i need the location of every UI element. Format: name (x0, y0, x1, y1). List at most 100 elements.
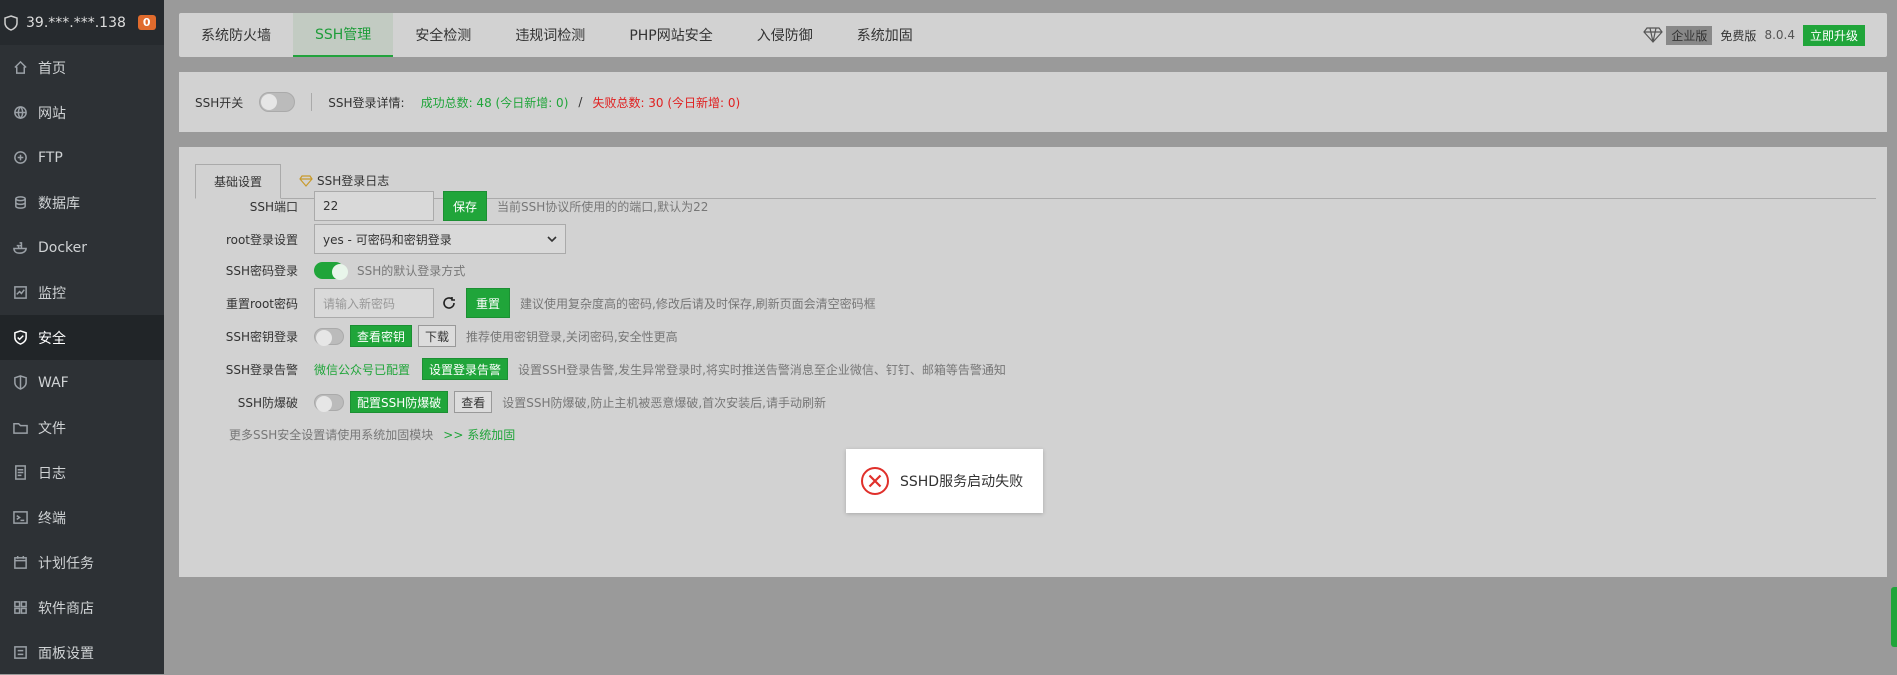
terminal-icon (12, 510, 28, 526)
sidebar-item-website[interactable]: 网站 (0, 90, 164, 135)
server-info[interactable]: 39.***.***.138 0 (0, 0, 164, 45)
sidebar: 39.***.***.138 0 首页 网站 FTP 数据库 Docker 监控… (0, 0, 164, 674)
sidebar-item-label: 面板设置 (38, 645, 94, 662)
login-success-count: 成功总数: 48 (今日新增: 0) (420, 95, 569, 110)
key-login-toggle[interactable] (314, 327, 344, 346)
docker-icon (12, 240, 28, 256)
free-edition[interactable]: 免费版 (1720, 27, 1756, 44)
tab-intrusion[interactable]: 入侵防御 (735, 13, 835, 57)
root-login-value: yes - 可密码和密钥登录 (323, 232, 452, 247)
hardening-link[interactable]: >> 系统加固 (443, 426, 515, 443)
sidebar-item-cron[interactable]: 计划任务 (0, 540, 164, 585)
settings-icon (12, 645, 28, 661)
alarm-status: 微信公众号已配置 (314, 362, 411, 377)
password-login-hint: SSH的默认登录方式 (357, 263, 466, 278)
tab-label: SSH登录日志 (317, 174, 390, 188)
refresh-icon[interactable] (442, 296, 456, 310)
diamond-icon (299, 174, 313, 187)
sidebar-item-label: 数据库 (38, 195, 80, 212)
tab-php-security[interactable]: PHP网站安全 (607, 13, 734, 57)
upgrade-button[interactable]: 立即升级 (1802, 24, 1865, 46)
edition-label: 企业版 (1666, 25, 1713, 45)
tab-word-check[interactable]: 违规词检测 (493, 13, 607, 57)
database-icon (12, 195, 28, 211)
chevron-down-icon (547, 236, 557, 243)
tab-ssh[interactable]: SSH管理 (293, 13, 394, 57)
save-port-button[interactable]: 保存 (443, 191, 488, 221)
sidebar-item-label: 终端 (38, 510, 66, 527)
row-reset-root: 重置root密码 请输入新密码 重置 建议使用复杂度高的密码,修改后请及时保存,… (179, 288, 876, 318)
toast-message: SSHD服务启动失败 (900, 474, 1024, 490)
ssh-switch-toggle[interactable] (259, 92, 296, 112)
ssh-port-input[interactable]: 22 (314, 191, 434, 221)
sidebar-item-terminal[interactable]: 终端 (0, 495, 164, 540)
sidebar-item-store[interactable]: 软件商店 (0, 585, 164, 630)
sidebar-item-database[interactable]: 数据库 (0, 180, 164, 225)
key-login-label: SSH密钥登录 (225, 329, 298, 344)
reset-root-hint: 建议使用复杂度高的密码,修改后请及时保存,刷新页面会清空密码框 (520, 296, 876, 311)
ssh-login-detail-label: SSH登录详情: (328, 95, 405, 110)
sidebar-item-label: 文件 (38, 420, 66, 437)
sidebar-item-files[interactable]: 文件 (0, 405, 164, 450)
brute-force-label: SSH防爆破 (237, 395, 298, 410)
enterprise-edition[interactable]: 企业版 (1643, 25, 1713, 45)
diamond-icon (1643, 27, 1664, 43)
sidebar-item-settings[interactable]: 面板设置 (0, 630, 164, 675)
tab-security-scan[interactable]: 安全检测 (393, 13, 493, 57)
sidebar-item-label: 日志 (38, 465, 66, 482)
login-alarm-hint: 设置SSH登录告警,发生异常登录时,将实时推送告警消息至企业微信、钉钉、邮箱等告… (518, 362, 1006, 377)
more-settings-text: 更多SSH安全设置请使用系统加固模块 (229, 427, 434, 442)
brute-force-toggle[interactable] (314, 393, 344, 412)
main-content: 系统防火墙 SSH管理 安全检测 违规词检测 PHP网站安全 入侵防御 系统加固… (164, 0, 1897, 674)
sidebar-item-label: WAF (38, 374, 69, 391)
sidebar-item-logs[interactable]: 日志 (0, 450, 164, 495)
error-circle-icon (861, 467, 889, 495)
edition-info: 企业版 免费版 8.0.4 立即升级 (1643, 13, 1865, 57)
error-toast: SSHD服务启动失败 (846, 449, 1043, 513)
tab-firewall[interactable]: 系统防火墙 (179, 13, 293, 57)
key-login-hint: 推荐使用密钥登录,关闭密码,安全性更高 (466, 329, 678, 344)
login-alarm-label: SSH登录告警 (225, 362, 298, 377)
view-key-button[interactable]: 查看密钥 (350, 325, 413, 347)
login-fail-count[interactable]: 失败总数: 30 (今日新增: 0) (592, 94, 740, 111)
config-brute-force-button[interactable]: 配置SSH防爆破 (350, 391, 449, 413)
root-login-select[interactable]: yes - 可密码和密钥登录 (314, 224, 566, 254)
globe-icon (12, 105, 28, 121)
sidebar-item-ftp[interactable]: FTP (0, 135, 164, 180)
ftp-icon (12, 150, 28, 166)
slash: / (578, 95, 583, 109)
sidebar-item-label: 软件商店 (38, 600, 94, 617)
home-icon (12, 60, 28, 76)
monitor-icon (12, 285, 28, 301)
version: 8.0.4 (1764, 28, 1795, 42)
sidebar-item-home[interactable]: 首页 (0, 45, 164, 90)
sidebar-item-label: Docker (38, 239, 88, 256)
ssh-status-bar: SSH开关 SSH登录详情: 成功总数: 48 (今日新增: 0) / 失败总数… (179, 72, 1887, 132)
row-root-login: root登录设置 yes - 可密码和密钥登录 (179, 224, 566, 254)
sidebar-item-security[interactable]: 安全 (0, 315, 164, 360)
sidebar-item-waf[interactable]: WAF (0, 360, 164, 405)
view-brute-force-button[interactable]: 查看 (454, 391, 493, 413)
side-handle[interactable] (1891, 587, 1897, 647)
sidebar-item-label: 计划任务 (38, 555, 94, 572)
tab-hardening[interactable]: 系统加固 (835, 13, 935, 57)
row-key-login: SSH密钥登录 查看密钥 下载 推荐使用密钥登录,关闭密码,安全性更高 (179, 321, 678, 351)
password-login-toggle[interactable] (314, 261, 348, 280)
sidebar-item-label: FTP (38, 149, 63, 166)
password-login-label: SSH密码登录 (225, 263, 298, 278)
set-login-alarm-button[interactable]: 设置登录告警 (422, 358, 509, 380)
waf-icon (12, 375, 28, 391)
sidebar-item-docker[interactable]: Docker (0, 225, 164, 270)
reset-root-label: 重置root密码 (225, 296, 298, 311)
sidebar-item-label: 安全 (38, 330, 66, 347)
reset-password-button[interactable]: 重置 (466, 288, 511, 318)
alert-badge[interactable]: 0 (137, 15, 156, 30)
sidebar-item-monitor[interactable]: 监控 (0, 270, 164, 315)
server-shield-icon (4, 14, 18, 31)
brute-force-hint: 设置SSH防爆破,防止主机被恶意爆破,首次安装后,请手动刷新 (502, 395, 826, 410)
download-key-button[interactable]: 下载 (418, 325, 457, 347)
sidebar-item-label: 监控 (38, 285, 66, 302)
row-login-alarm: SSH登录告警 微信公众号已配置 设置登录告警 设置SSH登录告警,发生异常登录… (179, 354, 1006, 384)
security-tabs: 系统防火墙 SSH管理 安全检测 违规词检测 PHP网站安全 入侵防御 系统加固… (179, 13, 1887, 57)
new-password-input[interactable]: 请输入新密码 (314, 288, 434, 318)
